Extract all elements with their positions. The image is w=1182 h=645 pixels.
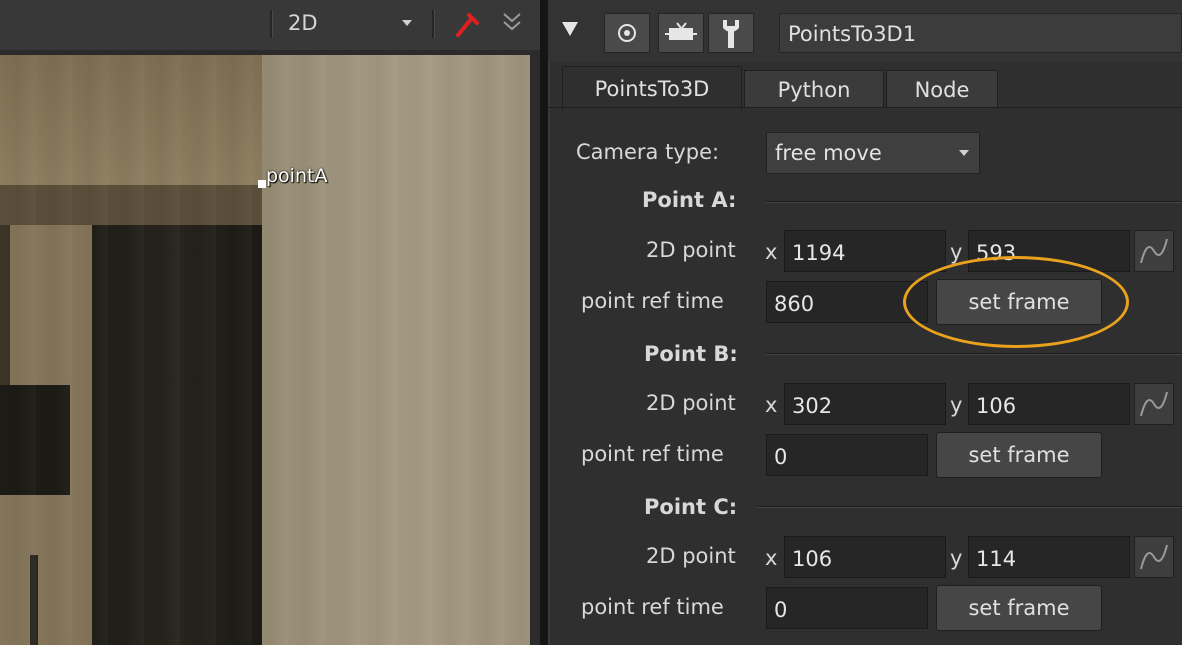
node-name-field[interactable]: PointsTo3D1 — [779, 13, 1182, 53]
double-chevron-down-icon[interactable] — [500, 8, 524, 38]
point-b-y-input[interactable]: 106 — [968, 383, 1130, 425]
point-b-ref-time-input[interactable]: 0 — [766, 434, 928, 476]
toolbar-separator — [432, 10, 435, 38]
point-b-y-label: y — [950, 393, 963, 417]
viewer-panel: 2D pointA — [0, 0, 540, 645]
tv-icon — [665, 22, 697, 40]
tab-node[interactable]: Node — [886, 70, 998, 108]
point-a-2d-label: 2D point — [646, 238, 736, 262]
point-c-section-title: Point C: — [644, 495, 738, 519]
point-a-ref-time-label: point ref time — [581, 289, 724, 313]
wrench-icon — [723, 20, 739, 48]
point-c-animation-button[interactable] — [1134, 536, 1174, 578]
properties-panel: PointsTo3D1 PointsTo3D Python Node Camer… — [548, 0, 1182, 645]
point-c-ref-time-input[interactable]: 0 — [766, 587, 928, 629]
input-node-button[interactable] — [658, 13, 704, 53]
tab-python[interactable]: Python — [744, 70, 884, 108]
point-b-ref-time-label: point ref time — [581, 442, 724, 466]
curve-icon — [1140, 391, 1168, 417]
viewer-canvas[interactable]: pointA — [0, 55, 530, 645]
point-b-2d-label: 2D point — [646, 391, 736, 415]
view-mode-dropdown[interactable]: 2D — [288, 11, 416, 36]
point-a-y-input[interactable]: 593 — [968, 230, 1130, 272]
point-c-x-label: x — [765, 546, 778, 570]
point-a-ref-time-input[interactable]: 860 — [766, 281, 928, 323]
view-mode-value: 2D — [288, 11, 318, 35]
point-a-section-title: Point A: — [642, 188, 737, 212]
point-c-2d-label: 2D point — [646, 544, 736, 568]
toolbar-separator — [270, 10, 273, 38]
point-c-y-label: y — [950, 546, 963, 570]
curve-icon — [1140, 238, 1168, 264]
panel-content: Camera type: free move Point A: 2D point… — [548, 108, 1182, 645]
camera-type-label: Camera type: — [576, 140, 720, 164]
point-c-set-frame-button[interactable]: set frame — [936, 585, 1102, 631]
point-c-y-input[interactable]: 114 — [968, 536, 1130, 578]
tab-bar: PointsTo3D Python Node — [548, 62, 1182, 110]
circle-dot-icon — [618, 24, 636, 42]
point-a-label: pointA — [266, 165, 328, 187]
point-b-x-input[interactable]: 302 — [784, 383, 946, 425]
point-a-handle[interactable] — [258, 180, 266, 188]
image-texture — [0, 55, 530, 645]
point-a-x-label: x — [765, 240, 778, 264]
point-c-x-input[interactable]: 106 — [784, 536, 946, 578]
point-b-set-frame-button[interactable]: set frame — [936, 432, 1102, 478]
panel-header: PointsTo3D1 — [548, 0, 1182, 62]
collapse-triangle-icon[interactable] — [562, 22, 578, 36]
pin-icon[interactable] — [454, 10, 482, 38]
wrench-button[interactable] — [708, 13, 754, 53]
point-c-ref-time-label: point ref time — [581, 595, 724, 619]
chevron-down-icon — [402, 20, 412, 26]
section-divider — [756, 506, 1182, 508]
tab-pointsto3d[interactable]: PointsTo3D — [562, 66, 742, 110]
curve-icon — [1140, 544, 1168, 570]
point-a-set-frame-button[interactable]: set frame — [936, 279, 1102, 325]
point-b-section-title: Point B: — [644, 342, 738, 366]
section-divider — [766, 201, 1182, 203]
panel-divider[interactable] — [540, 0, 548, 645]
camera-type-value: free move — [775, 141, 882, 165]
point-a-x-input[interactable]: 1194 — [784, 230, 946, 272]
viewer-toolbar: 2D — [0, 0, 540, 50]
view-node-button[interactable] — [604, 13, 650, 53]
camera-type-dropdown[interactable]: free move — [766, 132, 980, 174]
point-b-x-label: x — [765, 393, 778, 417]
point-a-y-label: y — [950, 240, 963, 264]
section-divider — [766, 353, 1182, 355]
chevron-down-icon — [959, 150, 969, 156]
point-b-animation-button[interactable] — [1134, 383, 1174, 425]
point-a-animation-button[interactable] — [1134, 230, 1174, 272]
